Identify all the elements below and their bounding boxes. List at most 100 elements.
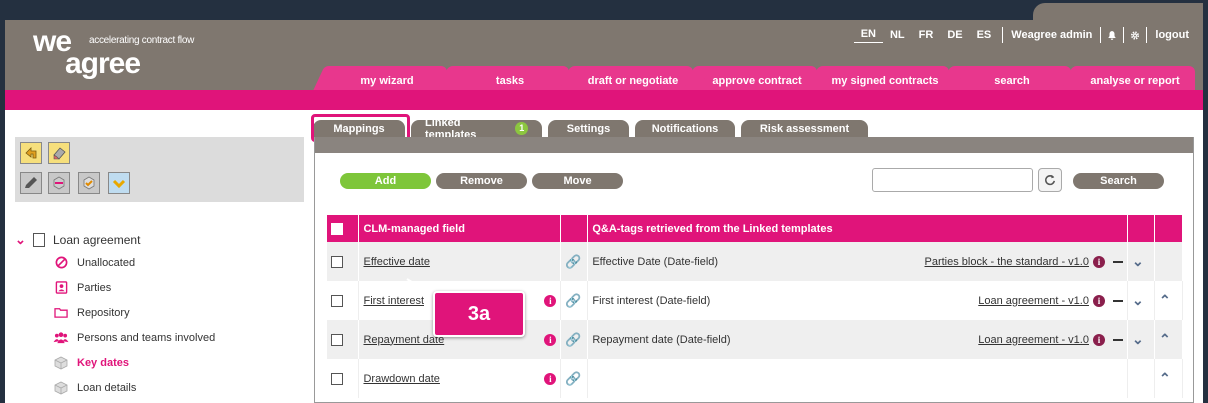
sidebar-item-label: Unallocated [77, 256, 136, 269]
lang-fr[interactable]: FR [912, 29, 941, 41]
chevron-up-icon[interactable]: ⌃ [1159, 370, 1171, 386]
select-all-checkbox[interactable] [331, 222, 343, 235]
template-link[interactable]: Parties block - the standard - v1.0 [925, 256, 1089, 268]
row-checkbox[interactable] [331, 333, 343, 346]
lang-es[interactable]: ES [970, 29, 999, 41]
folder-icon [53, 305, 69, 321]
return-arrow-icon[interactable] [20, 142, 42, 164]
chevron-down-icon[interactable]: ⌄ [1132, 253, 1144, 269]
row-checkbox[interactable] [331, 294, 343, 307]
up-cell: ⌃ [1154, 320, 1184, 359]
template-link[interactable]: Loan agreement - v1.0 [978, 334, 1089, 346]
gear-icon[interactable] [1128, 28, 1142, 42]
logo-tagline: accelerating contract flow [89, 35, 195, 46]
minus-icon[interactable] [1112, 260, 1123, 263]
user-name[interactable]: Weagree admin [1007, 29, 1096, 41]
tab-label: approve contract [712, 75, 802, 87]
tag-label: Repayment date (Date-field) [592, 333, 731, 346]
sidebar-item-label: Repository [77, 306, 130, 319]
info-icon[interactable]: i [1092, 333, 1105, 346]
chevron-down-icon[interactable]: ⌄ [15, 232, 29, 248]
tab-search[interactable]: search [953, 66, 1071, 90]
up-cell: ⌃ [1154, 359, 1184, 398]
tab-analyse-or-report[interactable]: analyse or report [1075, 66, 1195, 90]
people-icon [53, 330, 69, 346]
info-icon[interactable]: i [1092, 255, 1105, 268]
tab-my-wizard[interactable]: my wizard [327, 66, 447, 90]
tab-notifications[interactable]: Notifications [635, 120, 735, 137]
sidebar-item-unallocated[interactable]: Unallocated [15, 250, 305, 275]
checkmark-icon[interactable] [108, 172, 130, 194]
check-cube-icon[interactable] [78, 172, 100, 194]
chevron-up-icon[interactable]: ⌃ [1159, 331, 1171, 347]
weagree-logo[interactable]: we agree accelerating contract flow [33, 27, 194, 80]
minus-icon[interactable] [1112, 338, 1123, 341]
info-icon[interactable]: i [1092, 294, 1105, 307]
field-link[interactable]: Drawdown date [363, 373, 439, 385]
header-empty [1127, 215, 1155, 242]
row-checkbox[interactable] [331, 255, 343, 268]
tree-root[interactable]: ⌄ Loan agreement [15, 230, 305, 250]
eraser-icon[interactable] [48, 142, 70, 164]
tab-tasks[interactable]: tasks [451, 66, 569, 90]
cube-icon [53, 355, 69, 371]
add-button[interactable]: Add [340, 173, 431, 189]
sidebar-item-repository[interactable]: Repository [15, 300, 305, 325]
link-icon[interactable]: 🔗 [565, 293, 581, 308]
divider [1146, 27, 1148, 43]
info-icon[interactable]: i [544, 333, 557, 346]
tab-label: Notifications [651, 122, 719, 135]
refresh-icon[interactable] [1038, 168, 1062, 192]
chevron-up-icon[interactable]: ⌃ [1159, 292, 1171, 308]
lang-nl[interactable]: NL [883, 29, 912, 41]
tab-draft-or-negotiate[interactable]: draft or negotiate [573, 66, 693, 90]
tab-my-signed-contracts[interactable]: my signed contracts [821, 66, 949, 90]
logout-link[interactable]: logout [1151, 29, 1193, 41]
field-link[interactable]: Repayment date [363, 334, 444, 346]
minus-icon[interactable] [1112, 299, 1123, 302]
search-input[interactable] [872, 168, 1033, 192]
divider [1100, 27, 1102, 43]
template-link[interactable]: Loan agreement - v1.0 [978, 295, 1089, 307]
sidebar-item-label: Persons and teams involved [77, 331, 216, 344]
link-icon[interactable]: 🔗 [565, 371, 581, 386]
info-icon[interactable]: i [544, 294, 557, 307]
table-row: Drawdown date i 🔗 ⌃ [327, 359, 1184, 398]
lang-en[interactable]: EN [853, 28, 883, 43]
tab-linked-templates[interactable]: Linked templates 1 [411, 117, 542, 141]
tab-settings[interactable]: Settings [548, 120, 629, 137]
search-button[interactable]: Search [1073, 173, 1164, 189]
tab-risk-assessment[interactable]: Risk assessment [741, 120, 868, 137]
sidebar-item-loan-details[interactable]: Loan details [15, 375, 305, 400]
tab-approve-contract[interactable]: approve contract [697, 66, 817, 90]
tab-label: analyse or report [1090, 75, 1180, 87]
sidebar-item-parties[interactable]: Parties [15, 275, 305, 300]
link-icon[interactable]: 🔗 [565, 254, 581, 269]
move-button[interactable]: Move [532, 173, 623, 189]
chevron-down-icon[interactable]: ⌄ [1132, 292, 1144, 308]
lang-de[interactable]: DE [940, 29, 969, 41]
chevron-down-icon[interactable]: ⌄ [1132, 331, 1144, 347]
bell-icon[interactable] [1105, 28, 1119, 42]
header-tags: Q&A-tags retrieved from the Linked templ… [587, 215, 1128, 242]
top-dark-band [5, 0, 1203, 20]
field-link[interactable]: First interest [363, 295, 424, 307]
link-cell: 🔗 [560, 320, 589, 359]
sidebar-item-key-dates[interactable]: Key dates [15, 350, 305, 375]
link-cell: 🔗 [560, 359, 589, 398]
remove-cube-icon[interactable] [48, 172, 70, 194]
field-link[interactable]: Effective date [363, 256, 429, 268]
tag-cell: Repayment date (Date-field) Loan agreeme… [587, 320, 1128, 359]
callout-badge: 3a [433, 291, 525, 337]
logo-agree: agree [65, 47, 141, 80]
edit-pencil-icon[interactable] [20, 172, 42, 194]
tag-label: Effective Date (Date-field) [592, 255, 719, 268]
sidebar-item-persons[interactable]: Persons and teams involved [15, 325, 305, 350]
count-badge: 1 [515, 122, 528, 135]
row-checkbox[interactable] [331, 372, 343, 385]
field-cell: Effective date [358, 242, 562, 281]
remove-button[interactable]: Remove [436, 173, 527, 189]
info-icon[interactable]: i [544, 372, 557, 385]
field-cell: Drawdown date i [358, 359, 562, 398]
link-icon[interactable]: 🔗 [565, 332, 581, 347]
